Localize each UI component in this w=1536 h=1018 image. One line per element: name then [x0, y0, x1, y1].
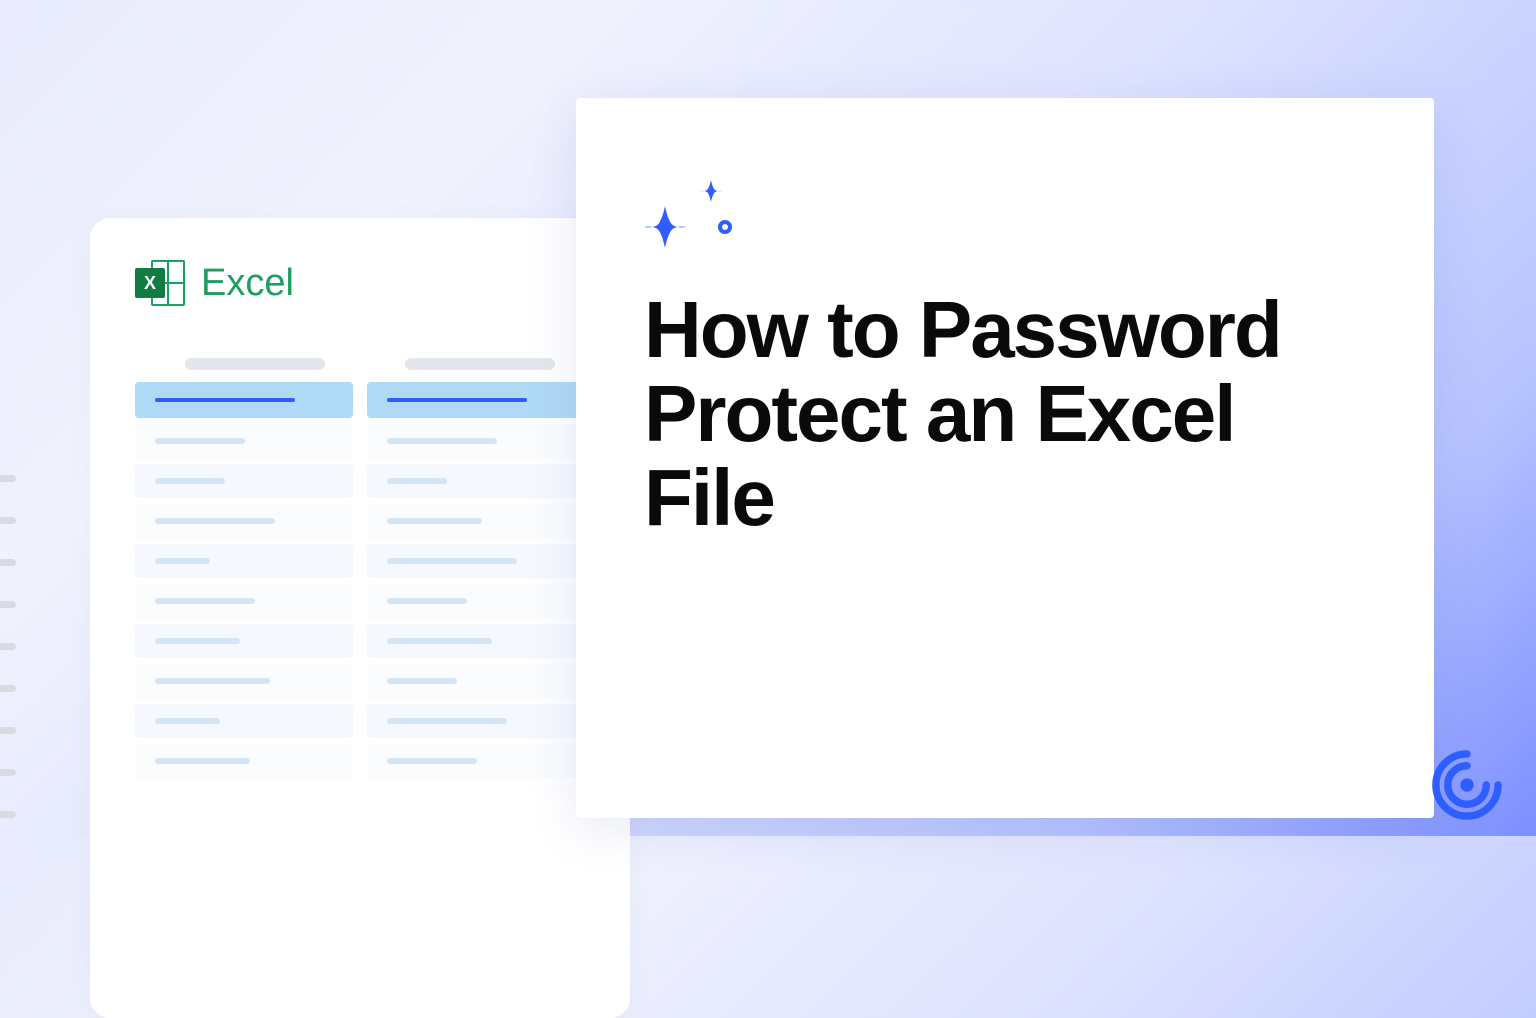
- table-header-row: [135, 382, 585, 418]
- page-title: How to Password Protect an Excel File: [644, 288, 1366, 540]
- excel-label: Excel: [201, 262, 294, 305]
- excel-header: X Excel: [135, 258, 585, 308]
- sparkle-icon: [644, 178, 764, 258]
- table-row: [135, 624, 585, 658]
- table-row: [135, 704, 585, 738]
- excel-mockup-card: X Excel: [90, 218, 630, 1018]
- title-card: How to Password Protect an Excel File: [576, 98, 1434, 818]
- table-row: [135, 504, 585, 538]
- table-row: [135, 584, 585, 618]
- table-row: [135, 464, 585, 498]
- table-row: [135, 744, 585, 778]
- table-row: [135, 664, 585, 698]
- excel-icon: X: [135, 258, 185, 308]
- brand-logo-icon: [1430, 748, 1504, 822]
- spreadsheet-mockup: [135, 358, 585, 778]
- table-row: [135, 424, 585, 458]
- edge-tick-marks: [0, 475, 16, 818]
- table-row: [135, 544, 585, 578]
